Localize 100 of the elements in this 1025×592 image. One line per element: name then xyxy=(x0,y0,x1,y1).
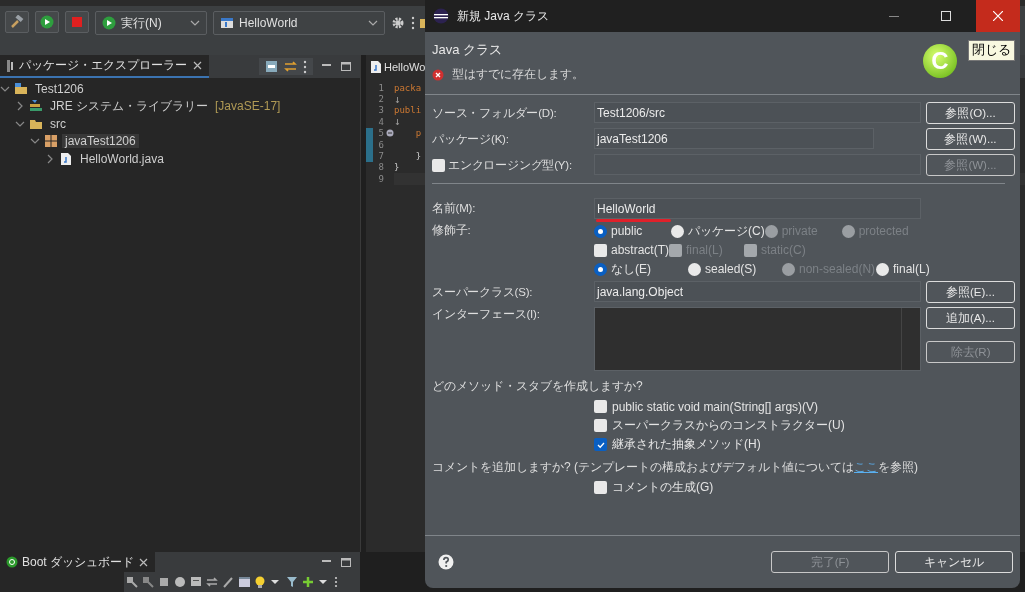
radio-button[interactable] xyxy=(688,262,701,276)
java-file-icon xyxy=(59,151,73,166)
tree-item[interactable]: JRE システム・ライブラリー xyxy=(47,97,211,115)
input-field[interactable]: java.lang.Object xyxy=(594,281,921,302)
close-icon[interactable] xyxy=(138,556,150,568)
play-icon xyxy=(102,16,116,30)
checkbox[interactable] xyxy=(594,481,607,494)
panel-icon xyxy=(6,58,14,73)
class-logo: C xyxy=(923,44,957,78)
pencil-icon[interactable] xyxy=(222,576,234,588)
run-button[interactable] xyxy=(35,11,59,33)
radio-button[interactable] xyxy=(594,224,607,238)
page-heading: Java クラス xyxy=(432,41,504,59)
radio-button[interactable] xyxy=(594,262,607,276)
cancel-button[interactable]: キャンセル xyxy=(895,551,1013,573)
field-label: 名前(M): xyxy=(432,201,476,216)
option-label: パッケージ(C) xyxy=(688,222,765,240)
java-file-icon xyxy=(369,59,381,74)
question-text: どのメソッド・スタブを作成しますか? xyxy=(432,378,644,395)
option-label: public xyxy=(611,224,643,238)
radio-button[interactable] xyxy=(876,262,889,276)
option-label: public static void main(String[] args)(V) xyxy=(612,399,819,414)
line-number: 2 xyxy=(377,94,385,105)
table-icon[interactable] xyxy=(238,576,250,588)
input-field[interactable]: HelloWorld xyxy=(594,198,921,219)
collapsed-chevron-icon[interactable] xyxy=(45,153,55,164)
code-text: } xyxy=(394,162,400,173)
add-button[interactable]: 追加(A)... xyxy=(926,307,1015,329)
settings-icon[interactable] xyxy=(391,16,405,30)
line-number: 3 xyxy=(377,105,385,116)
line-number: 8 xyxy=(377,162,385,173)
link-arrows-icon[interactable] xyxy=(206,576,218,588)
checkbox[interactable] xyxy=(594,243,607,257)
error-icon xyxy=(432,68,444,81)
run-mode-dropdown[interactable]: 実行(N) xyxy=(95,11,207,35)
tree-item[interactable]: Test1206 xyxy=(32,81,87,96)
question-text: コメントを追加しますか? (テンプレートの構成およびデフォルト値についてはここ を参照) xyxy=(432,459,919,476)
window-icon xyxy=(220,16,234,30)
field-label: ソース・フォルダー(D): xyxy=(432,105,557,121)
chevron-down-icon xyxy=(190,18,200,28)
tab-label: パッケージ・エクスプローラー xyxy=(19,57,187,74)
line-number: 1 xyxy=(377,82,385,93)
play-icon xyxy=(40,15,54,29)
explorer-tab[interactable]: パッケージ・エクスプローラー xyxy=(0,55,209,78)
checkbox[interactable] xyxy=(594,400,607,413)
boot-dashboard-tab[interactable]: Boot ダッシュボード xyxy=(0,552,156,572)
collapsed-chevron-icon[interactable] xyxy=(15,101,25,112)
square-icon[interactable] xyxy=(158,576,170,588)
close-icon[interactable] xyxy=(192,60,203,71)
option-label: final(L) xyxy=(893,262,930,276)
tab-label: HelloWo xyxy=(384,60,426,73)
browse-button[interactable]: 参照(W)... xyxy=(926,128,1015,150)
tree-item[interactable]: src xyxy=(47,116,69,131)
field-label: エンクロージング型(Y): xyxy=(448,157,572,173)
project-folder-icon xyxy=(14,81,28,96)
toolbar-handle-icon xyxy=(411,16,415,30)
line-number: 7 xyxy=(377,151,385,162)
input-field[interactable]: Test1206/src xyxy=(594,102,921,123)
field-label: パッケージ(K): xyxy=(432,131,509,147)
lightbulb-icon[interactable] xyxy=(254,576,266,588)
link-arrows-icon[interactable] xyxy=(284,60,297,73)
option-label: abstract(T) xyxy=(611,243,669,257)
sphere-icon xyxy=(433,8,449,24)
tree-item[interactable]: HelloWorld.java xyxy=(77,151,167,166)
console-icon[interactable] xyxy=(190,576,202,588)
maximize-icon xyxy=(941,11,951,21)
option-label: 継承された抽象メソッド(H) xyxy=(612,436,761,453)
option-label: コメントの生成(G) xyxy=(612,479,714,496)
package-icon xyxy=(44,134,58,149)
code-text: packa xyxy=(394,82,422,93)
option-label: スーパークラスからのコンストラクター(U) xyxy=(612,417,845,434)
launch-config-dropdown[interactable]: HelloWorld xyxy=(213,11,385,35)
filter-icon[interactable] xyxy=(286,576,298,588)
error-message: 型はすでに存在します。 xyxy=(452,66,584,83)
build-button[interactable] xyxy=(5,11,29,33)
sphere-icon[interactable] xyxy=(174,576,186,588)
plus-icon[interactable] xyxy=(302,576,314,588)
cursor-icon[interactable] xyxy=(142,576,154,588)
browse-button[interactable]: 参照(E)... xyxy=(926,281,1015,303)
tree-item[interactable]: javaTest1206 xyxy=(62,134,139,149)
browse-button[interactable]: 参照(O)... xyxy=(926,102,1015,124)
power-icon xyxy=(6,556,18,568)
maximize-icon[interactable] xyxy=(340,61,352,72)
close-icon xyxy=(993,11,1003,21)
code-text: ↓ xyxy=(394,115,401,129)
cursor-icon[interactable] xyxy=(126,576,138,588)
checkbox[interactable] xyxy=(594,419,607,432)
option-label: sealed(S) xyxy=(705,262,757,276)
fold-icon[interactable] xyxy=(386,129,394,138)
collapse-all-icon[interactable] xyxy=(265,60,278,73)
menu-icon[interactable] xyxy=(334,576,338,588)
radio-button[interactable] xyxy=(671,224,684,238)
stop-icon xyxy=(70,15,84,29)
maximize-icon[interactable] xyxy=(340,556,352,568)
input-field[interactable]: javaTest1206 xyxy=(594,128,874,149)
checkbox[interactable] xyxy=(594,438,607,451)
field-label: 修飾子: xyxy=(432,223,471,238)
help-icon[interactable] xyxy=(438,554,454,570)
code-text: } xyxy=(414,151,422,162)
menu-icon[interactable] xyxy=(303,59,307,74)
